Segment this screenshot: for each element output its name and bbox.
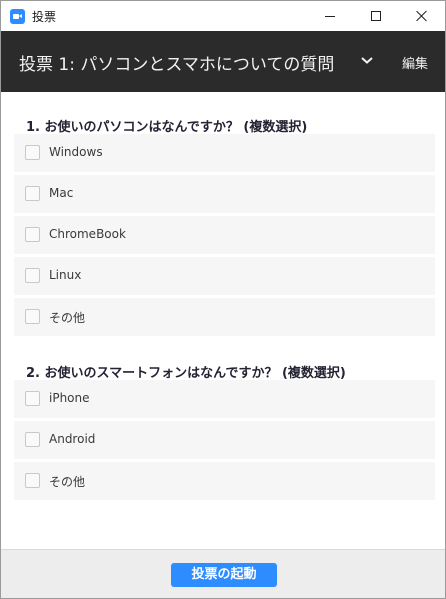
poll-content: 1. お使いのパソコンはなんですか？ (複数選択) Windows Mac Ch… [1,92,445,549]
poll-title: 投票 1: パソコンとスマホについての質問 [19,55,335,75]
maximize-icon [371,11,381,21]
poll-header: 投票 1: パソコンとスマホについての質問 編集 [1,31,445,92]
option-row[interactable]: iPhone [14,380,435,418]
checkbox[interactable] [25,309,40,324]
question-title: 2. お使いのスマートフォンはなんですか？ (複数選択) [26,366,346,381]
option-row[interactable]: Windows [14,134,435,172]
option-label: Android [49,432,96,446]
close-icon [416,10,428,22]
option-row[interactable]: その他 [14,462,435,500]
option-label: Windows [49,145,103,159]
checkbox[interactable] [25,227,40,242]
window-title: 投票 [32,10,57,24]
option-label: Mac [49,186,74,200]
zoom-app-icon [10,9,25,24]
option-row[interactable]: ChromeBook [14,216,435,254]
checkbox[interactable] [25,186,40,201]
chevron-down-icon[interactable] [360,55,374,65]
option-label: Linux [49,268,82,282]
question-title: 1. お使いのパソコンはなんですか？ (複数選択) [26,120,308,135]
edit-button[interactable]: 編集 [402,53,428,72]
minimize-button[interactable] [307,1,353,31]
launch-poll-button[interactable]: 投票の起動 [171,563,277,587]
checkbox[interactable] [25,473,40,488]
option-label: iPhone [49,391,90,405]
checkbox[interactable] [25,268,40,283]
minimize-icon [325,15,335,17]
maximize-button[interactable] [353,1,399,31]
checkbox[interactable] [25,432,40,447]
option-label: その他 [49,311,86,325]
poll-footer: 投票の起動 [1,549,445,598]
checkbox[interactable] [25,145,40,160]
poll-window: 投票 投票 1: パソコンとスマホについての質問 編集 1. お使いのパソコンは… [0,0,446,599]
option-label: その他 [49,475,86,489]
option-row[interactable]: Linux [14,257,435,295]
checkbox[interactable] [25,391,40,406]
option-label: ChromeBook [49,227,126,241]
title-bar: 投票 [1,1,445,31]
option-row[interactable]: Mac [14,175,435,213]
close-button[interactable] [399,1,445,31]
option-row[interactable]: Android [14,421,435,459]
option-row[interactable]: その他 [14,298,435,336]
